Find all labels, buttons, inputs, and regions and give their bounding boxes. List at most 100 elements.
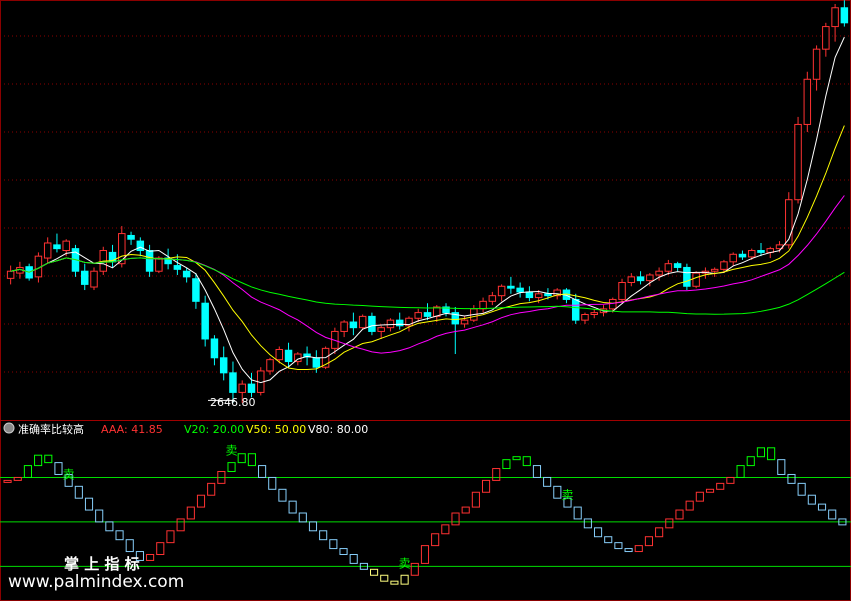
sell-signal: 卖 [399, 556, 411, 570]
indicator-step [400, 574, 409, 585]
indicator-step [278, 488, 287, 502]
collapse-icon[interactable] [3, 422, 15, 434]
candle-body [6, 270, 15, 279]
candle-body [692, 272, 700, 287]
candle-body [414, 312, 422, 319]
indicator-step [807, 494, 816, 505]
indicator-step [777, 459, 786, 475]
candle-body [525, 291, 534, 299]
candle-body [627, 276, 636, 284]
candle-body [247, 383, 256, 393]
indicator-step [644, 536, 654, 547]
indicator-step [767, 447, 776, 461]
indicator-step [237, 453, 246, 464]
indicator-step [23, 465, 32, 478]
indicator-step [553, 485, 562, 499]
candle-body [127, 234, 135, 240]
candle-body [266, 359, 274, 372]
indicator-step [319, 530, 328, 541]
indicator-step [146, 554, 155, 561]
indicator-step [196, 494, 206, 508]
candle-body [284, 349, 293, 363]
candle-body [312, 357, 321, 368]
indicator-step [288, 500, 297, 514]
candle-body [673, 263, 682, 268]
candle-body [822, 26, 830, 50]
indicator-step [308, 521, 318, 532]
candle-body [516, 287, 524, 293]
candle-body [460, 319, 469, 325]
indicator-step [655, 527, 664, 538]
candle-body [609, 298, 617, 310]
indicator-step [207, 482, 216, 496]
indicator-step [604, 536, 613, 544]
v20-value: V20: 20.00 [184, 423, 244, 436]
indicator-step [492, 468, 501, 481]
indicator-step [431, 533, 440, 547]
candle-body [720, 261, 728, 270]
sell-signal: 卖 [561, 488, 573, 502]
ma10-line [10, 125, 845, 371]
candle-body [507, 285, 515, 289]
indicator-step [471, 491, 480, 508]
indicator-step [105, 521, 114, 532]
indicator-step [166, 530, 175, 544]
indicator-step [665, 518, 674, 529]
indicator-step [370, 568, 379, 576]
indicator-step [451, 512, 460, 526]
indicator-step [512, 456, 521, 461]
indicator-step [543, 476, 552, 487]
candle-body [395, 319, 404, 327]
candle-body [377, 327, 385, 332]
indicator-step [420, 545, 430, 564]
candle-body [590, 312, 598, 316]
indicator-step [156, 542, 165, 556]
indicator-step [441, 524, 450, 535]
indicator-step [746, 456, 755, 467]
indicator-step [736, 465, 745, 478]
indicator-step [593, 527, 603, 538]
indicator-step [329, 539, 338, 550]
indicator-step [380, 574, 389, 582]
candle-body [349, 321, 358, 329]
indicator-step [125, 539, 134, 553]
ma20-line [10, 195, 845, 354]
candle-body [683, 266, 691, 287]
indicator-step [74, 485, 83, 499]
indicator-step [797, 482, 806, 496]
chart-frame [0, 0, 851, 601]
indicator-step [716, 482, 725, 490]
indicator-step [583, 518, 592, 529]
indicator-step [705, 488, 715, 493]
indicator-step [3, 479, 12, 483]
candle-body [747, 250, 756, 258]
indicator-step [614, 542, 623, 550]
indicator-step [685, 500, 694, 511]
indicator-step [695, 491, 704, 502]
indicator-step [461, 506, 470, 514]
indicator-step [756, 447, 765, 458]
candle-body [497, 285, 506, 297]
indicator-step [828, 509, 837, 520]
indicator-step [390, 580, 399, 585]
watermark-cn: 掌 上 指 标 [64, 555, 140, 573]
candle-body [581, 314, 589, 321]
candle-body [386, 319, 395, 329]
indicator-step [787, 473, 796, 484]
candle-body [655, 270, 663, 276]
candle-body [368, 315, 376, 332]
indicator-step [186, 506, 195, 520]
indicator-step [817, 503, 827, 511]
candle-body [155, 257, 163, 272]
sell-signal: 卖 [63, 467, 75, 481]
candle-body [534, 293, 543, 299]
candle-body [803, 78, 812, 125]
candle-body [275, 349, 284, 361]
sell-signal: 卖 [226, 444, 238, 458]
candle-body [840, 7, 849, 24]
indicator-name: 准确率比较高 [18, 422, 84, 436]
stock-chart[interactable]: 卖卖卖卖卖买 准确率比较高 AAA: 41.85 V20: 20.00 V50:… [0, 0, 851, 601]
chart-labels: 准确率比较高 AAA: 41.85 V20: 20.00 V50: 50.00 … [3, 396, 368, 592]
candle-body [423, 312, 432, 317]
indicator-step [115, 530, 124, 541]
